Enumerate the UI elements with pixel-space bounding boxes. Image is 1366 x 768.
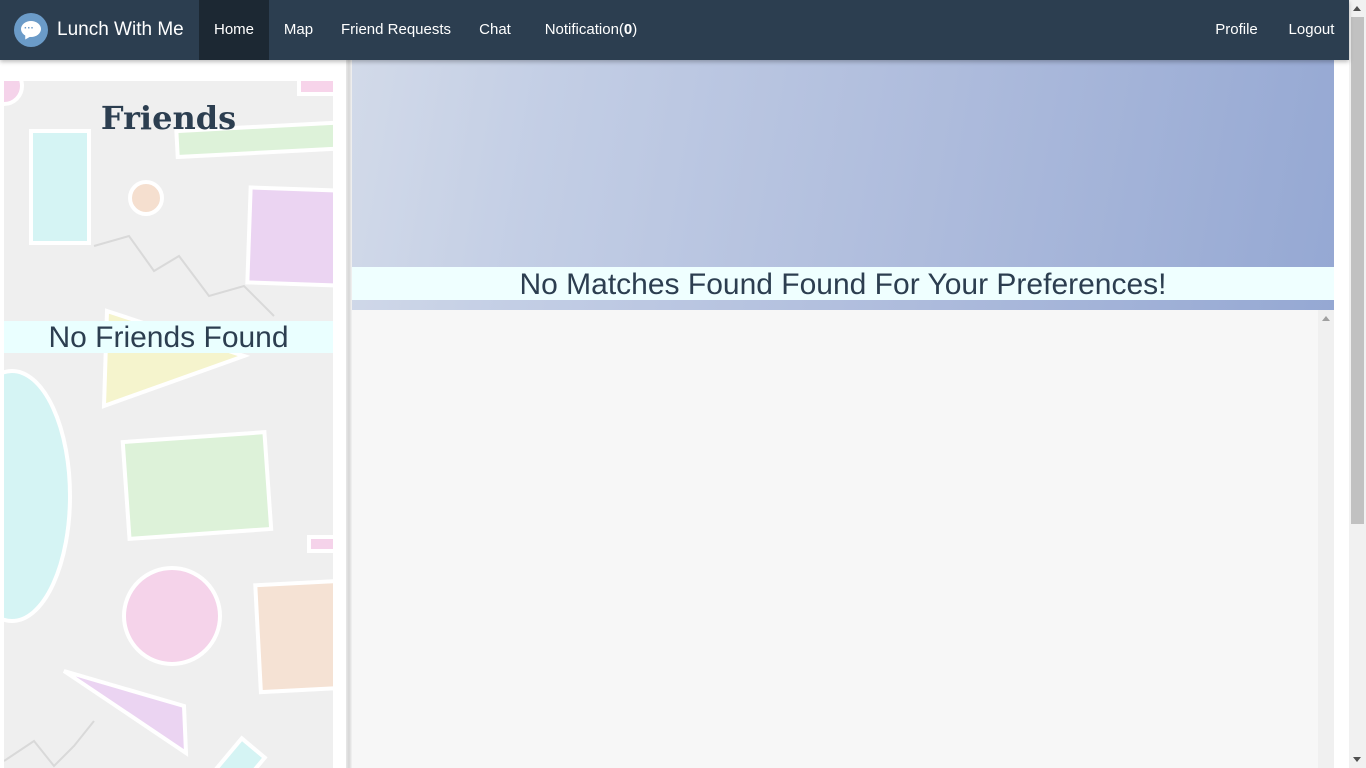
notification-label: Notification( xyxy=(544,21,624,38)
scroll-up-icon[interactable] xyxy=(1322,316,1330,321)
nav-home[interactable]: Home xyxy=(199,0,269,60)
nav-logout[interactable]: Logout xyxy=(1274,0,1349,60)
page-scrollbar[interactable] xyxy=(1349,0,1366,768)
notification-close: ) xyxy=(632,21,638,38)
brand-link[interactable]: ··· Lunch With Me xyxy=(14,12,184,48)
friends-panel: Friends No Friends Found xyxy=(4,81,333,768)
brand-name: Lunch With Me xyxy=(57,19,184,40)
no-matches-message: No Matches Found Found For Your Preferen… xyxy=(352,267,1334,301)
scrollbar-thumb[interactable] xyxy=(1351,17,1364,524)
scroll-down-arrow-icon[interactable] xyxy=(1353,757,1361,762)
friends-title: Friends xyxy=(100,99,237,137)
nav-map[interactable]: Map xyxy=(269,0,328,60)
nav-profile[interactable]: Profile xyxy=(1199,0,1274,60)
nav-friend-requests[interactable]: Friend Requests xyxy=(328,0,464,60)
nav-notification[interactable]: Notification(0) xyxy=(526,0,656,60)
notification-count: 0 xyxy=(623,21,633,38)
top-navbar: ··· Lunch With Me Home Map Friend Reques… xyxy=(0,0,1349,60)
scroll-up-arrow-icon[interactable] xyxy=(1353,6,1361,11)
matches-scrollbar[interactable] xyxy=(1318,310,1334,768)
matches-area: No Matches Found Found For Your Preferen… xyxy=(352,60,1334,768)
memphis-background-pattern xyxy=(4,81,333,768)
nav-chat[interactable]: Chat xyxy=(464,0,526,60)
chat-bubble-icon: ··· xyxy=(14,13,48,47)
no-friends-message: No Friends Found xyxy=(4,321,333,354)
